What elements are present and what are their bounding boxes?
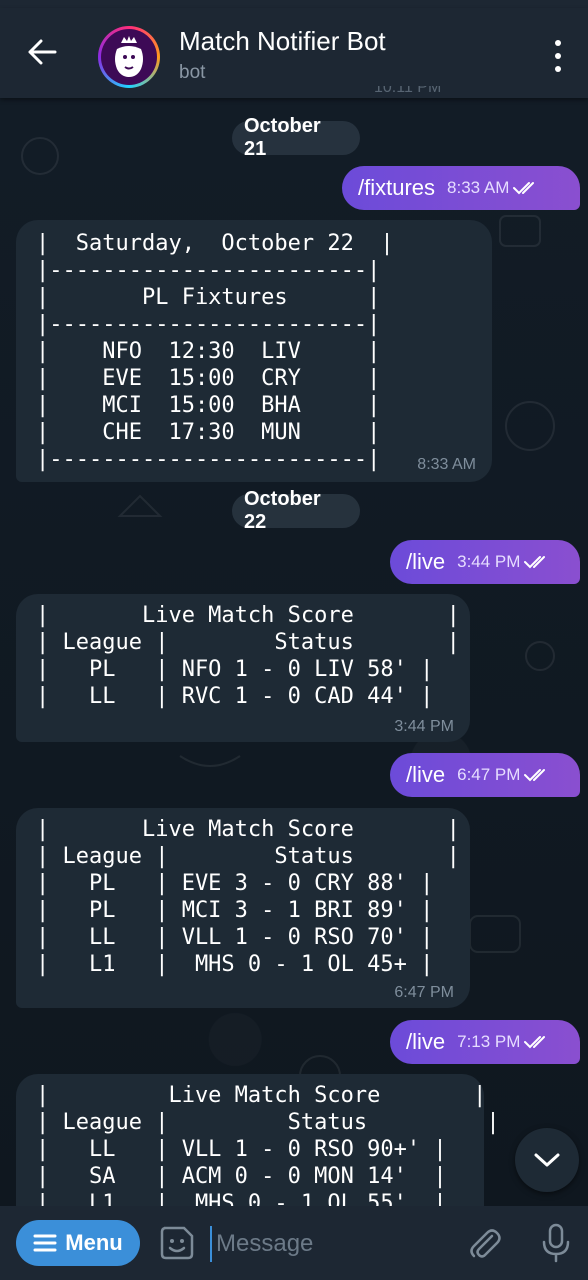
message-text: /live <box>406 1029 446 1054</box>
status-bar <box>0 0 588 8</box>
fixtures-table: | Saturday, October 22 | |--------------… <box>36 231 394 472</box>
avatar[interactable] <box>98 26 160 88</box>
message-text: /fixtures <box>358 175 436 200</box>
sticker-icon <box>160 1226 194 1260</box>
back-button[interactable] <box>22 32 62 72</box>
more-options-button[interactable] <box>544 38 572 74</box>
message-time: 8:33 AM <box>417 456 476 473</box>
chat-header: Match Notifier Bot bot <box>0 8 588 98</box>
live-score-table: | Live Match Score | | League | Status |… <box>36 603 460 709</box>
double-check-icon <box>524 769 546 782</box>
incoming-message[interactable]: | Live Match Score | | League | Status |… <box>16 808 470 1008</box>
date-separator: October 21 <box>232 115 360 160</box>
message-input[interactable] <box>210 1226 440 1262</box>
back-arrow-icon <box>28 39 57 65</box>
message-time: 3:44 PM <box>457 552 550 572</box>
message-text: /live <box>406 762 446 787</box>
microphone-icon <box>542 1223 570 1263</box>
outgoing-message[interactable]: /live 7:13 PM <box>390 1020 580 1064</box>
paperclip-icon <box>470 1229 501 1258</box>
chevron-down-icon <box>534 1153 560 1167</box>
message-time: 6:47 PM <box>394 984 454 1001</box>
double-check-icon <box>513 182 535 195</box>
incoming-message[interactable]: | Live Match Score | | League | Status |… <box>16 594 470 742</box>
more-vertical-icon <box>555 40 561 46</box>
sticker-button[interactable] <box>158 1224 196 1262</box>
chat-subtitle: bot <box>179 62 206 83</box>
bot-menu-button[interactable]: Menu <box>16 1220 140 1266</box>
message-time: 6:47 PM <box>457 765 550 785</box>
incoming-message[interactable]: | Saturday, October 22 | |--------------… <box>16 220 492 482</box>
message-time: 7:13 PM <box>457 1032 550 1052</box>
message-time-peek: 10:11 PM <box>374 86 442 96</box>
message-composer: Menu <box>0 1206 588 1280</box>
premier-league-lion-icon <box>115 36 143 77</box>
live-score-table: | Live Match Score | | League | Status |… <box>36 817 460 977</box>
outgoing-message[interactable]: /fixtures 8:33 AM <box>342 166 580 210</box>
message-text: /live <box>406 549 446 574</box>
outgoing-message[interactable]: /live 3:44 PM <box>390 540 580 584</box>
live-score-table: | Live Match Score | | League | Status |… <box>36 1083 500 1216</box>
outgoing-message[interactable]: /live 6:47 PM <box>390 753 580 797</box>
chat-title[interactable]: Match Notifier Bot <box>179 26 386 57</box>
date-separator: October 22 <box>232 488 360 533</box>
scroll-to-bottom-button[interactable] <box>515 1128 579 1192</box>
hamburger-icon <box>33 1234 57 1252</box>
message-time: 8:33 AM <box>447 178 539 198</box>
double-check-icon <box>524 556 546 569</box>
attach-button[interactable] <box>466 1226 502 1262</box>
double-check-icon <box>524 1036 546 1049</box>
menu-button-label: Menu <box>65 1230 123 1255</box>
message-time: 3:44 PM <box>394 718 454 735</box>
voice-message-button[interactable] <box>538 1222 574 1264</box>
